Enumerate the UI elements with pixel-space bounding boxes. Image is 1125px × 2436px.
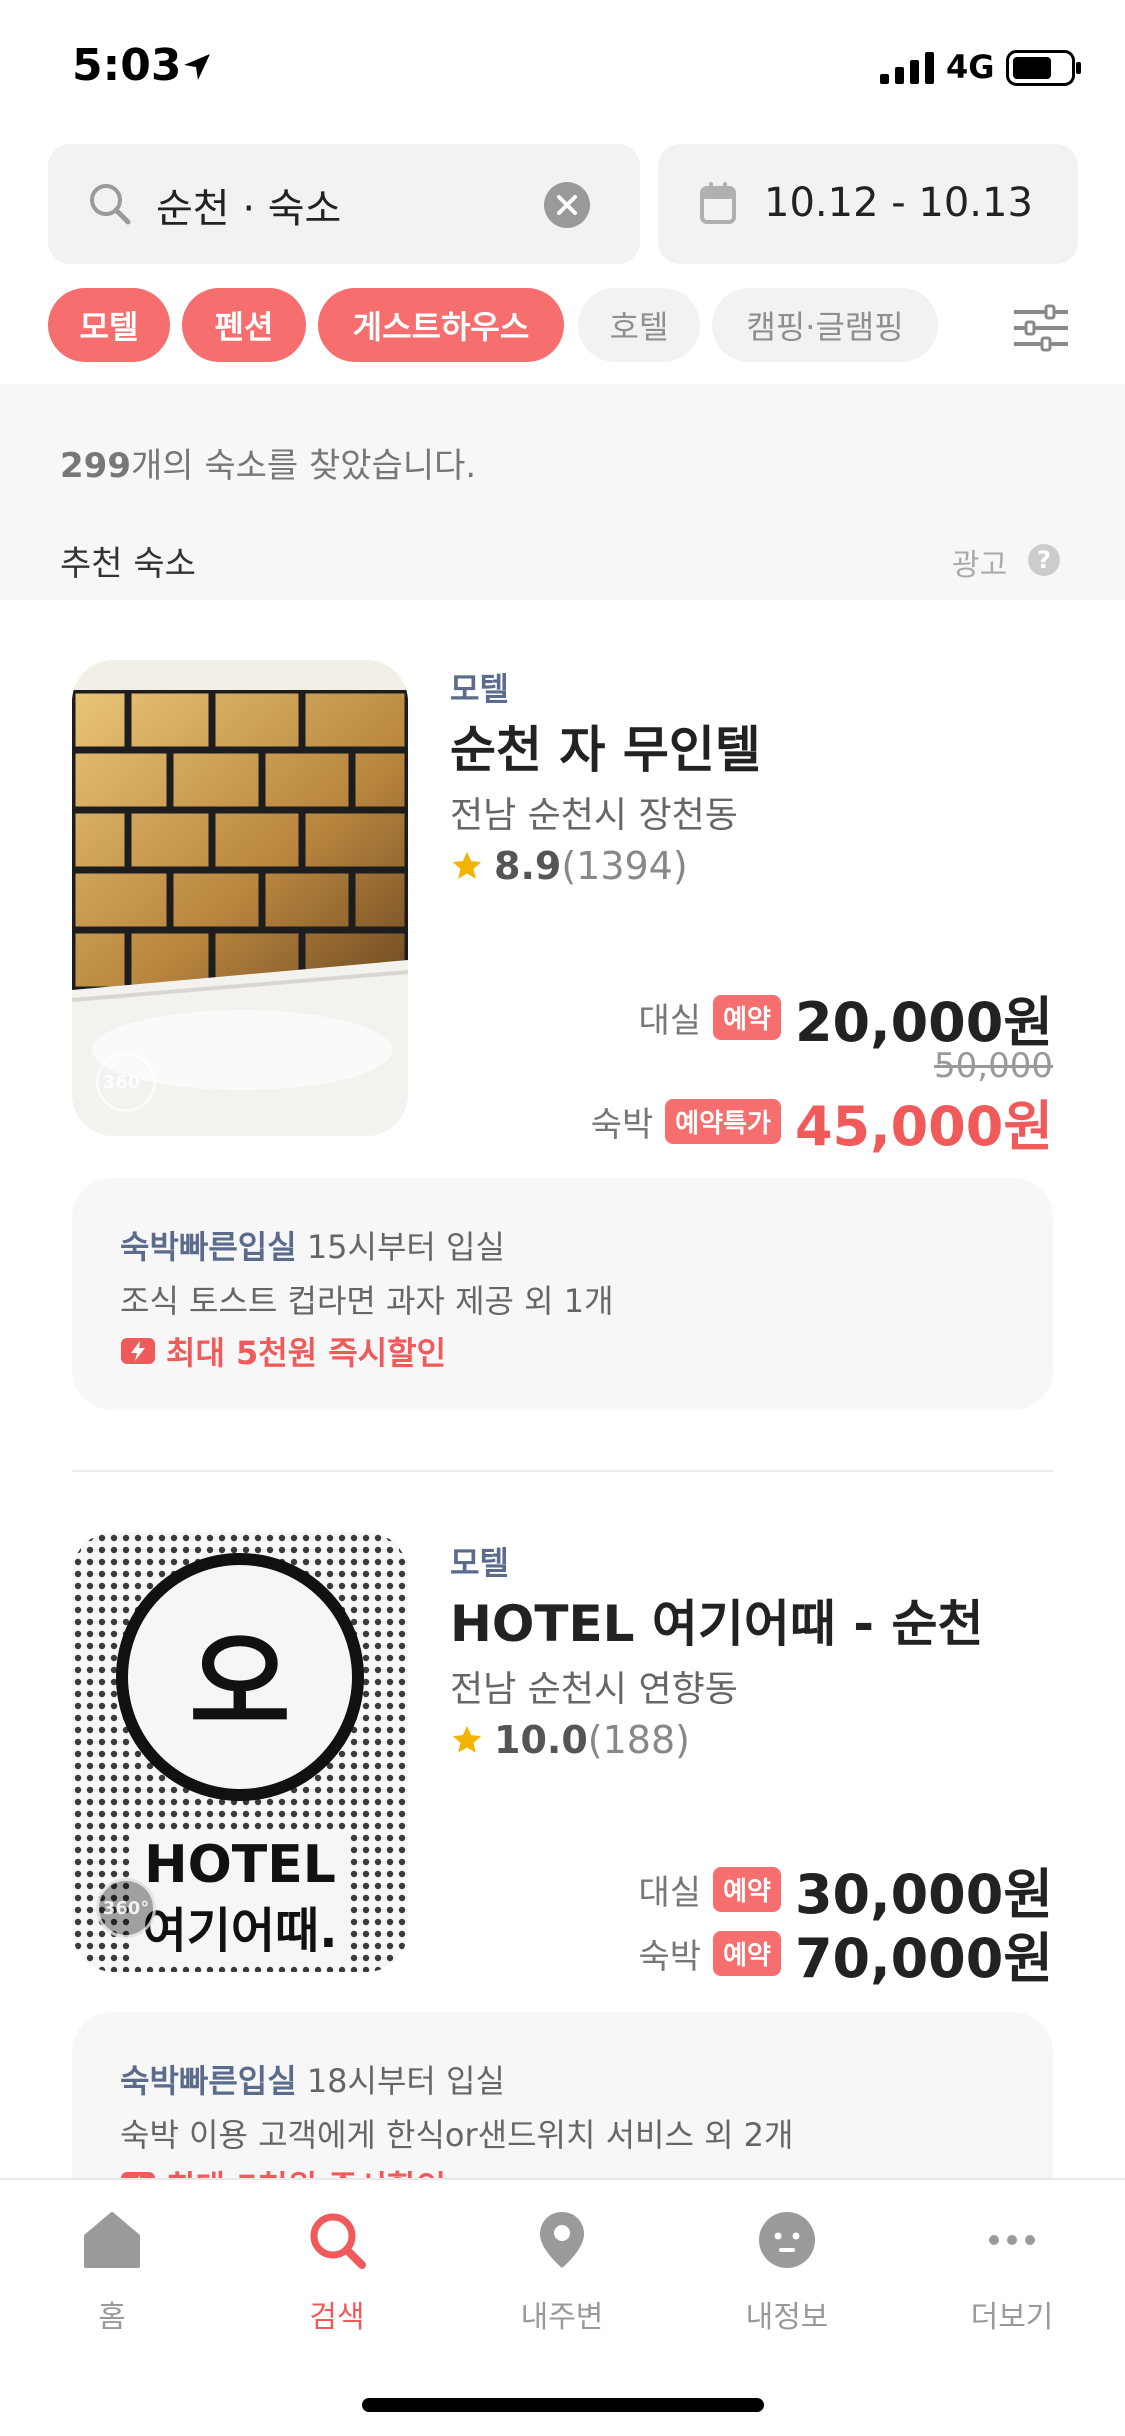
results-count-text: 개의 숙소를 찾았습니다. bbox=[130, 446, 477, 486]
service-info: 숙박 이용 고객에게 한식or샌드위치 서비스 외 2개 bbox=[120, 2116, 794, 2154]
overnight-label: 숙박 bbox=[590, 1105, 654, 1145]
calendar-icon bbox=[700, 182, 736, 224]
discount-bolt-icon bbox=[121, 2172, 155, 2178]
date-selector[interactable]: 10.12 - 10.13 bbox=[658, 144, 1078, 264]
review-count: (1394) bbox=[561, 844, 688, 888]
tab-home[interactable]: 홈 bbox=[32, 2210, 192, 2340]
checkin-time: 15시부터 입실 bbox=[296, 1228, 505, 1266]
star-icon bbox=[452, 851, 482, 879]
listing-info-box: 숙박빠른입실 18시부터 입실 숙박 이용 고객에게 한식or샌드위치 서비스 … bbox=[72, 2012, 1053, 2178]
fast-checkin-label: 숙박빠른입실 bbox=[120, 2062, 297, 2100]
day-use-label: 대실 bbox=[638, 1873, 702, 1913]
tab-search[interactable]: 검색 bbox=[257, 2210, 417, 2340]
rating-score: 10.0 bbox=[494, 1718, 588, 1762]
listing-rating: 8.9 (1394) bbox=[450, 844, 688, 888]
overnight-price-row: 숙박 예약특가 45,000원 bbox=[591, 1082, 1053, 1161]
listing-photo[interactable]: 오 HOTEL 여기어때. 360° bbox=[72, 1532, 408, 1972]
filter-chip-motel[interactable]: 모텔 bbox=[48, 288, 170, 362]
view-360-badge[interactable]: 360° bbox=[96, 1052, 156, 1112]
service-info: 조식 토스트 컵라면 과자 제공 외 1개 bbox=[120, 1282, 614, 1320]
listing-category: 모텔 bbox=[450, 670, 509, 708]
day-use-label: 대실 bbox=[638, 1001, 702, 1041]
filter-chip-hotel[interactable]: 호텔 bbox=[578, 288, 700, 362]
review-count: (188) bbox=[587, 1718, 690, 1762]
filter-chip-pension[interactable]: 펜션 bbox=[182, 288, 306, 362]
tab-home-label: 홈 bbox=[98, 2300, 126, 2335]
network-type: 4G bbox=[946, 48, 995, 86]
date-range: 10.12 - 10.13 bbox=[764, 180, 1033, 226]
tab-nearby[interactable]: 내주변 bbox=[482, 2210, 642, 2340]
reserve-tag: 예약 bbox=[713, 1931, 781, 1976]
checkin-info: 숙박빠른입실 15시부터 입실 bbox=[120, 1222, 505, 1268]
promo-text: 최대 5천원 즉시할인 bbox=[166, 1334, 447, 1372]
rating-score: 8.9 bbox=[494, 844, 562, 888]
logo-brand-text: 여기어때. bbox=[143, 1903, 338, 1959]
clear-icon[interactable] bbox=[544, 182, 590, 228]
home-icon bbox=[84, 2212, 140, 2268]
logo-hotel-text: HOTEL bbox=[144, 1835, 336, 1895]
status-bar: 5:03 4G bbox=[0, 0, 1125, 130]
tab-nearby-label: 내주변 bbox=[520, 2300, 604, 2335]
listing-name[interactable]: HOTEL 여기어때 - 순천 bbox=[450, 1584, 983, 1656]
home-indicator[interactable] bbox=[362, 2398, 764, 2412]
results-header: 299개의 숙소를 찾았습니다. 추천 숙소 광고 ? bbox=[0, 384, 1125, 600]
listing-address: 전남 순천시 장천동 bbox=[450, 795, 738, 836]
instant-discount-promo[interactable]: 최대 5천원 즉시할인 bbox=[120, 1328, 446, 1374]
tab-my-info[interactable]: 내정보 bbox=[707, 2210, 867, 2340]
listing-name[interactable]: 순천 자 무인텔 bbox=[450, 710, 761, 782]
profile-icon bbox=[759, 2212, 815, 2268]
tab-more-label: 더보기 bbox=[970, 2300, 1054, 2335]
listing-category: 모텔 bbox=[450, 1544, 509, 1582]
help-icon[interactable]: ? bbox=[1028, 544, 1060, 576]
listing-card[interactable]: 오 HOTEL 여기어때. 360° 모텔 HOTEL 여기어때 - 순천 전남… bbox=[0, 1472, 1125, 2178]
status-time: 5:03 bbox=[72, 40, 182, 91]
view-360-badge[interactable]: 360° bbox=[96, 1878, 156, 1938]
section-title: 추천 숙소 bbox=[60, 544, 196, 584]
signal-icon bbox=[880, 52, 934, 84]
listing-address: 전남 순천시 연향동 bbox=[450, 1669, 738, 1710]
listing-info-box: 숙박빠른입실 15시부터 입실 조식 토스트 컵라면 과자 제공 외 1개 최대… bbox=[72, 1178, 1053, 1410]
location-pin-icon bbox=[540, 2212, 584, 2268]
ad-label: 광고 bbox=[952, 548, 1008, 583]
results-count-number: 299 bbox=[60, 446, 131, 486]
search-query: 순천 · 숙소 bbox=[156, 186, 342, 232]
tab-my-info-label: 내정보 bbox=[745, 2300, 829, 2335]
battery-icon bbox=[1006, 50, 1081, 86]
checkin-time: 18시부터 입실 bbox=[296, 2062, 505, 2100]
filter-chip-camping[interactable]: 캠핑·글램핑 bbox=[712, 288, 938, 362]
search-input[interactable]: 순천 · 숙소 bbox=[48, 144, 640, 264]
star-icon bbox=[452, 1725, 482, 1753]
reserve-tag: 예약 bbox=[713, 1867, 781, 1912]
search-icon bbox=[90, 184, 131, 225]
discount-bolt-icon bbox=[121, 1338, 155, 1364]
original-price: 50,000 bbox=[934, 1046, 1053, 1086]
overnight-price-row: 숙박 예약 70,000원 bbox=[639, 1914, 1053, 1993]
listing-card[interactable]: 360° 모텔 순천 자 무인텔 전남 순천시 장천동 8.9 (1394) 대… bbox=[0, 600, 1125, 1470]
tab-search-label: 검색 bbox=[309, 2300, 365, 2335]
more-icon bbox=[989, 2235, 1035, 2245]
logo-symbol: 오 bbox=[189, 1620, 290, 1748]
fast-checkin-label: 숙박빠른입실 bbox=[120, 1228, 297, 1266]
results-count: 299개의 숙소를 찾았습니다. bbox=[60, 438, 476, 487]
reserve-tag: 예약 bbox=[713, 995, 781, 1040]
location-arrow-icon bbox=[184, 54, 210, 80]
filter-settings-icon[interactable] bbox=[1012, 304, 1070, 352]
listing-rating: 10.0 (188) bbox=[450, 1718, 690, 1762]
listing-photo[interactable]: 360° bbox=[72, 660, 408, 1136]
overnight-price: 45,000원 bbox=[794, 1095, 1053, 1158]
tab-more[interactable]: 더보기 bbox=[932, 2210, 1092, 2340]
special-deal-tag: 예약특가 bbox=[665, 1099, 781, 1144]
promo-text: 최대 5천원 즉시할인 bbox=[166, 2162, 446, 2178]
overnight-label: 숙박 bbox=[638, 1937, 702, 1977]
search-icon bbox=[310, 2213, 366, 2269]
checkin-info: 숙박빠른입실 18시부터 입실 bbox=[120, 2056, 505, 2102]
instant-discount-promo[interactable]: 최대 5천원 즉시할인 bbox=[120, 2162, 446, 2178]
overnight-price: 70,000원 bbox=[794, 1927, 1053, 1990]
category-filter-bar: 모텔 펜션 게스트하우스 호텔 캠핑·글램핑 bbox=[0, 284, 1125, 384]
filter-chip-guesthouse[interactable]: 게스트하우스 bbox=[318, 288, 564, 362]
